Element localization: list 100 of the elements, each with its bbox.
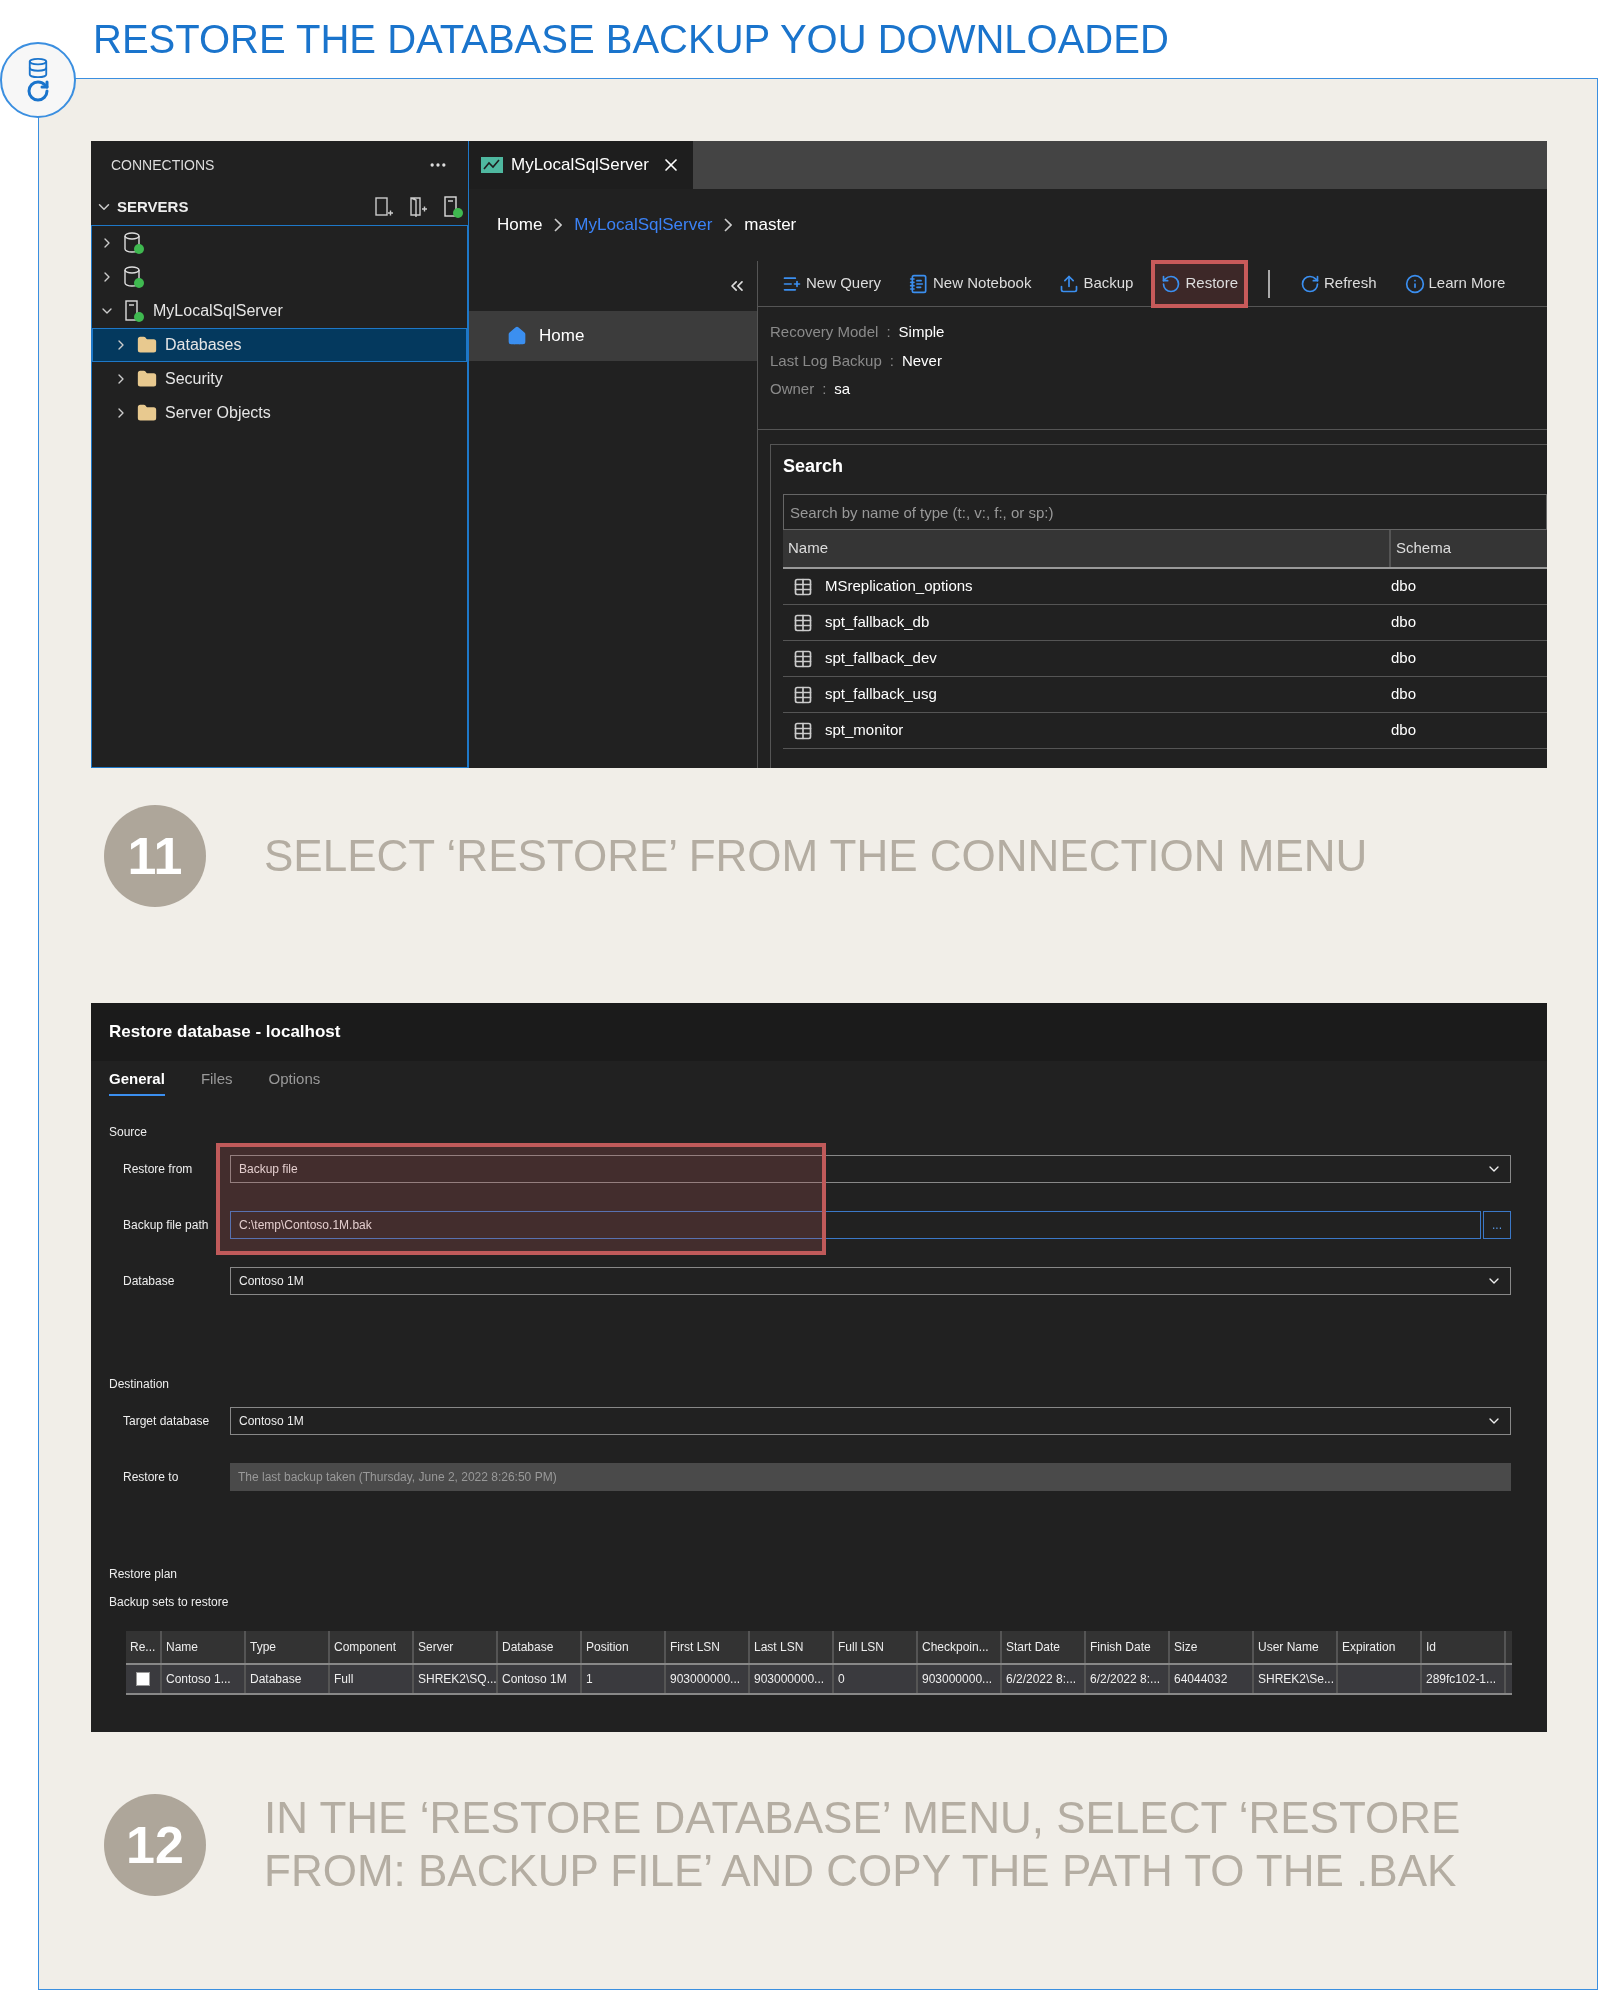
property-label: Owner [770, 379, 815, 399]
dialog-tab[interactable]: Files [200, 1068, 233, 1096]
table-cell-text: 6/2/2022 8:... [1006, 1671, 1077, 1688]
checkbox[interactable] [136, 1672, 150, 1686]
dialog-title: Restore database - localhost [109, 1021, 341, 1044]
upload-icon [1059, 273, 1080, 294]
refresh-icon [1300, 273, 1320, 294]
chevron-icon [724, 218, 733, 232]
dropdown[interactable]: Backup file [230, 1155, 1511, 1183]
section-label: Backup sets to restore [109, 1594, 230, 1611]
field-label: Restore to [122, 1469, 180, 1486]
dialog-tab[interactable]: Options [268, 1068, 321, 1096]
nav-item[interactable]: Home [469, 311, 757, 361]
toolbar-button[interactable]: Restore [1151, 259, 1248, 308]
folder-icon [137, 403, 157, 423]
tree-item[interactable]: MyLocalSqlServer [92, 294, 467, 328]
section-title: SERVERS [117, 196, 190, 217]
property-label: Recovery Model [770, 322, 879, 342]
breadcrumb-item[interactable]: MyLocalSqlServer [574, 212, 713, 238]
section-label: Destination [109, 1376, 171, 1393]
tree-label: Security [165, 369, 223, 389]
colon: : [886, 322, 891, 342]
new-server-icon[interactable] [374, 196, 394, 218]
search-title: Search [783, 455, 845, 478]
column-header[interactable]: Name [783, 530, 1391, 567]
table-cell-text: Contoso 1... [166, 1671, 231, 1688]
colon: : [822, 379, 827, 399]
table-icon [793, 720, 813, 741]
table-cell-text: 903000000... [670, 1671, 741, 1688]
tree-item[interactable]: Security [92, 362, 467, 396]
table-icon [793, 684, 813, 705]
table-cell-text: Database [250, 1671, 302, 1688]
tree-item[interactable]: Server Objects [92, 396, 467, 430]
database-icon [27, 57, 49, 79]
property-value: Simple [898, 322, 945, 342]
table-cell-text: 1 [586, 1671, 593, 1688]
colon: : [889, 350, 894, 371]
refresh-icon [26, 79, 50, 103]
folder-icon [137, 335, 157, 355]
dashboard-icon [481, 157, 503, 173]
table-cell-text: 903000000... [754, 1671, 825, 1688]
step-instruction: IN THE ‘RESTORE DATABASE’ MENU, SELECT ‘RESTORE FROM: BACKUP FILE’ AND COPY THE PATH TO THE .BAK [264, 1792, 1462, 1897]
tree-label: Server Objects [165, 403, 271, 423]
property-value: sa [834, 379, 851, 399]
folder-icon [137, 369, 157, 389]
table-icon [793, 648, 813, 669]
toolbar-button[interactable]: Backup [1049, 259, 1144, 308]
column-header[interactable]: Schema [1391, 537, 1452, 560]
table-cell-text: 6/2/2022 8:... [1090, 1671, 1161, 1688]
table-cell-text: MSreplication_options [825, 576, 973, 597]
toolbar-button[interactable]: New Query [772, 259, 892, 308]
toolbar-button[interactable]: New Notebook [899, 259, 1042, 308]
field-label: Target database [122, 1413, 211, 1430]
page-title: RESTORE THE DATABASE BACKUP YOU DOWNLOADED [93, 16, 1169, 63]
readonly-field: The last backup taken (Thursday, June 2, 2022 8:26:50 PM) [230, 1463, 1511, 1491]
toolbar-button[interactable]: Learn More [1394, 259, 1516, 308]
toolbar-button[interactable]: Refresh [1290, 259, 1387, 308]
path-field[interactable]: C:\temp\Contoso.1M.bak [230, 1211, 1481, 1239]
database-icon [123, 231, 145, 255]
database-icon [123, 265, 145, 289]
table-cell-text: dbo [1391, 576, 1417, 597]
tree-item[interactable]: Databases [92, 328, 467, 362]
notebook-icon [909, 273, 930, 294]
search-field[interactable]: Search by name of type (t:, v:, f:, or sp:) [783, 494, 1547, 530]
panel-title: CONNECTIONS [111, 155, 215, 175]
step-instruction: SELECT ‘RESTORE’ FROM THE CONNECTION MENU [264, 829, 1369, 882]
table-cell-text: spt_fallback_db [825, 612, 930, 633]
property-label: Last Log Backup [770, 350, 882, 371]
property-value: Never [901, 350, 942, 371]
restore-icon [1161, 273, 1182, 294]
tree-label: MyLocalSqlServer [153, 301, 283, 321]
browse-button[interactable]: ... [1483, 1211, 1511, 1239]
table-cell-text: 289fc102-1... [1426, 1671, 1497, 1688]
table-cell-text: dbo [1391, 612, 1417, 633]
section-label: Restore plan [109, 1566, 179, 1583]
dropdown[interactable]: Contoso 1M [230, 1267, 1511, 1295]
section-label: Source [109, 1124, 149, 1141]
table-cell-text: 0 [838, 1671, 845, 1688]
field-label: Restore from [122, 1161, 194, 1178]
home-icon [507, 326, 527, 346]
server-icon [123, 299, 145, 323]
table-cell-text: spt_fallback_dev [825, 648, 937, 669]
table-icon [793, 576, 813, 597]
breadcrumb-item[interactable]: Home [497, 212, 543, 238]
dropdown[interactable]: Contoso 1M [230, 1407, 1511, 1435]
info-icon [1404, 273, 1425, 294]
editor-tab[interactable]: MyLocalSqlServer [469, 141, 693, 189]
table-cell-text: SHREK2\Se... [1258, 1671, 1335, 1688]
table-icon [793, 612, 813, 633]
new-group-icon[interactable] [408, 196, 428, 218]
server-icon [442, 195, 464, 219]
table-cell-text: dbo [1391, 720, 1417, 741]
tree-label: Databases [165, 335, 242, 355]
breadcrumb-item[interactable]: master [744, 212, 797, 238]
dialog-tab[interactable]: General [109, 1068, 165, 1096]
table-cell-text: spt_monitor [825, 720, 904, 741]
field-label: Backup file path [122, 1217, 210, 1234]
field-label: Database [122, 1273, 176, 1290]
table-cell-text: 903000000... [922, 1671, 993, 1688]
table-cell-text: spt_fallback_usg [825, 684, 937, 705]
